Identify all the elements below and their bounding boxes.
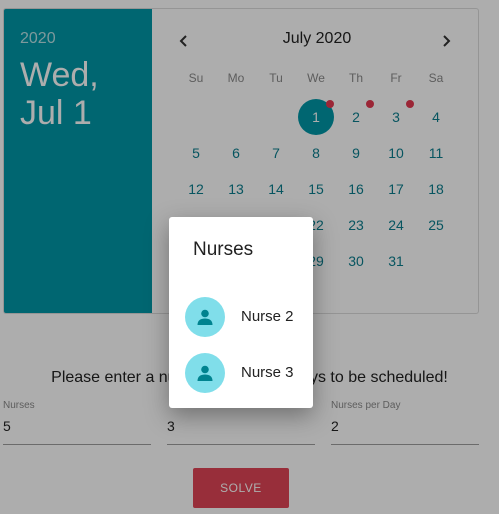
nurse-name: Nurse 2 xyxy=(241,308,294,325)
avatar xyxy=(185,353,225,393)
nurse-list-item-3[interactable]: Nurse 3 xyxy=(169,349,313,397)
person-icon xyxy=(197,365,213,381)
nurses-dialog: Nurses Nurse 2 Nurse 3 xyxy=(169,217,313,408)
person-icon xyxy=(197,309,213,325)
dialog-title: Nurses xyxy=(193,239,254,260)
avatar xyxy=(185,297,225,337)
nurse-list-item-2[interactable]: Nurse 2 xyxy=(169,293,313,341)
nurse-name: Nurse 3 xyxy=(241,364,294,381)
